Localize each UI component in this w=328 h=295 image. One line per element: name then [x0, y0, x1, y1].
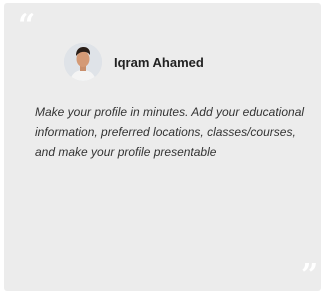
- author-name: Iqram Ahamed: [114, 54, 204, 70]
- avatar-photo-icon: [64, 43, 102, 81]
- testimonial-text: Make your profile in minutes. Add your e…: [35, 105, 305, 159]
- quote-open-icon: “: [18, 8, 36, 43]
- testimonial-card: “ Iqram Ahamed Make your profile in minu…: [4, 3, 321, 291]
- author-row: Iqram Ahamed: [64, 43, 204, 81]
- quote-close-icon: ”: [301, 258, 319, 293]
- avatar: [64, 43, 102, 81]
